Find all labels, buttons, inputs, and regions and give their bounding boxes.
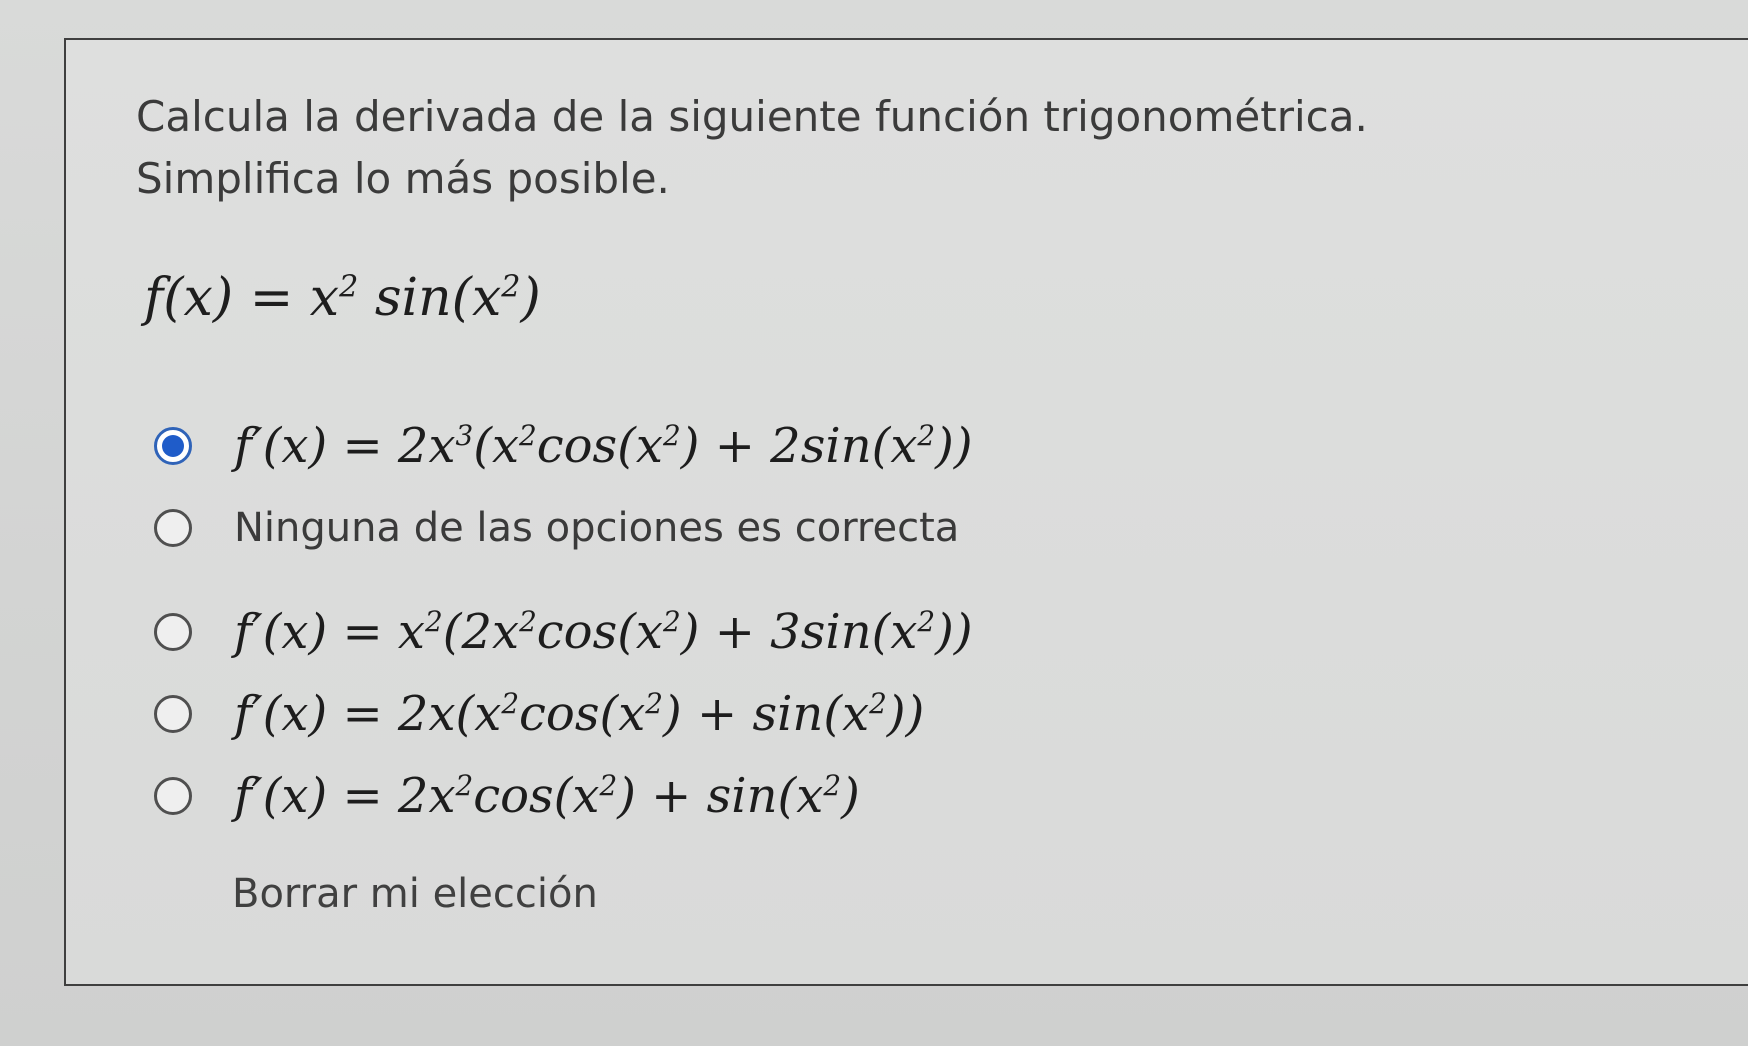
option-5-part-a: f′(x) = 2x bbox=[234, 768, 456, 824]
prompt-line-2: Simplifica lo más posible. bbox=[136, 154, 670, 203]
answer-option-3[interactable]: f′(x) = x2(2x2cos(x2) + 3sin(x2)) bbox=[154, 602, 973, 662]
option-4-part-b: 2 bbox=[501, 687, 520, 720]
option-3-part-i: )) bbox=[935, 604, 973, 660]
option-5-part-b: 2 bbox=[455, 769, 474, 802]
option-4-part-c: cos(x bbox=[519, 686, 646, 742]
answer-option-3-label: f′(x) = x2(2x2cos(x2) + 3sin(x2)) bbox=[234, 602, 973, 662]
function-rhs-middle: sin(x bbox=[374, 268, 502, 328]
radio-button[interactable] bbox=[154, 509, 192, 547]
option-3-part-h: 2 bbox=[917, 605, 936, 638]
option-4-part-g: )) bbox=[886, 686, 925, 742]
option-5-part-d: 2 bbox=[599, 769, 618, 802]
option-1-part-a: f′(x) = 2x bbox=[234, 418, 456, 474]
option-3-part-d: 2 bbox=[519, 605, 537, 638]
radio-button-selected[interactable] bbox=[154, 427, 192, 465]
option-1-part-i: )) bbox=[935, 418, 973, 474]
option-3-part-e: cos(x bbox=[536, 604, 663, 660]
answer-option-5-label: f′(x) = 2x2cos(x2) + sin(x2) bbox=[234, 766, 860, 826]
function-equals: = bbox=[249, 268, 294, 328]
answer-option-2[interactable]: Ninguna de las opciones es correcta bbox=[154, 498, 959, 558]
option-1-part-g: ) + 2sin(x bbox=[680, 418, 918, 474]
option-4-part-f: 2 bbox=[869, 687, 887, 720]
clear-choice-link[interactable]: Borrar mi elección bbox=[232, 868, 598, 920]
answer-option-4-label: f′(x) = 2x(x2cos(x2) + sin(x2)) bbox=[234, 684, 924, 744]
function-rhs-suffix: ) bbox=[520, 268, 541, 328]
screen-background: Calcula la derivada de la siguiente func… bbox=[0, 0, 1748, 1046]
option-5-part-g: ) bbox=[841, 768, 860, 824]
option-3-part-f: 2 bbox=[663, 605, 681, 638]
option-1-part-h: 2 bbox=[917, 419, 936, 452]
option-1-part-c: (x bbox=[473, 418, 520, 474]
option-5-part-f: 2 bbox=[823, 769, 842, 802]
option-1-part-f: 2 bbox=[662, 419, 681, 452]
option-1-part-d: 2 bbox=[519, 419, 537, 452]
function-rhs-prefix: x bbox=[309, 268, 340, 328]
option-5-part-c: cos(x bbox=[473, 768, 600, 824]
radio-button[interactable] bbox=[154, 777, 192, 815]
option-4-part-e: ) + sin(x bbox=[662, 686, 870, 742]
option-1-part-b: 3 bbox=[455, 419, 474, 452]
option-4-part-d: 2 bbox=[645, 687, 663, 720]
option-3-part-a: f′(x) = x bbox=[234, 604, 425, 660]
function-rhs-exponent-2: 2 bbox=[501, 269, 521, 305]
option-4-part-a: f′(x) = 2x(x bbox=[234, 686, 502, 742]
answer-option-1-label: f′(x) = 2x3(x2cos(x2) + 2sin(x2)) bbox=[234, 416, 973, 476]
option-3-part-b: 2 bbox=[425, 605, 443, 638]
answer-option-1[interactable]: f′(x) = 2x3(x2cos(x2) + 2sin(x2)) bbox=[154, 416, 973, 476]
prompt-line-1: Calcula la derivada de la siguiente func… bbox=[136, 92, 1368, 141]
function-expression: f(x) = x2 sin(x2) bbox=[144, 268, 541, 328]
answer-option-5[interactable]: f′(x) = 2x2cos(x2) + sin(x2) bbox=[154, 766, 860, 826]
function-rhs-exponent: 2 bbox=[339, 269, 359, 305]
option-3-part-g: ) + 3sin(x bbox=[680, 604, 918, 660]
answer-option-2-label: Ninguna de las opciones es correcta bbox=[234, 505, 960, 551]
radio-button[interactable] bbox=[154, 613, 192, 651]
function-lhs: f(x) bbox=[144, 268, 234, 328]
question-prompt: Calcula la derivada de la siguiente func… bbox=[136, 86, 1536, 210]
option-1-part-e: cos(x bbox=[536, 418, 663, 474]
answer-option-4[interactable]: f′(x) = 2x(x2cos(x2) + sin(x2)) bbox=[154, 684, 924, 744]
radio-dot-icon bbox=[162, 435, 184, 457]
option-3-part-c: (2x bbox=[442, 604, 520, 660]
option-5-part-e: ) + sin(x bbox=[617, 768, 824, 824]
radio-button[interactable] bbox=[154, 695, 192, 733]
